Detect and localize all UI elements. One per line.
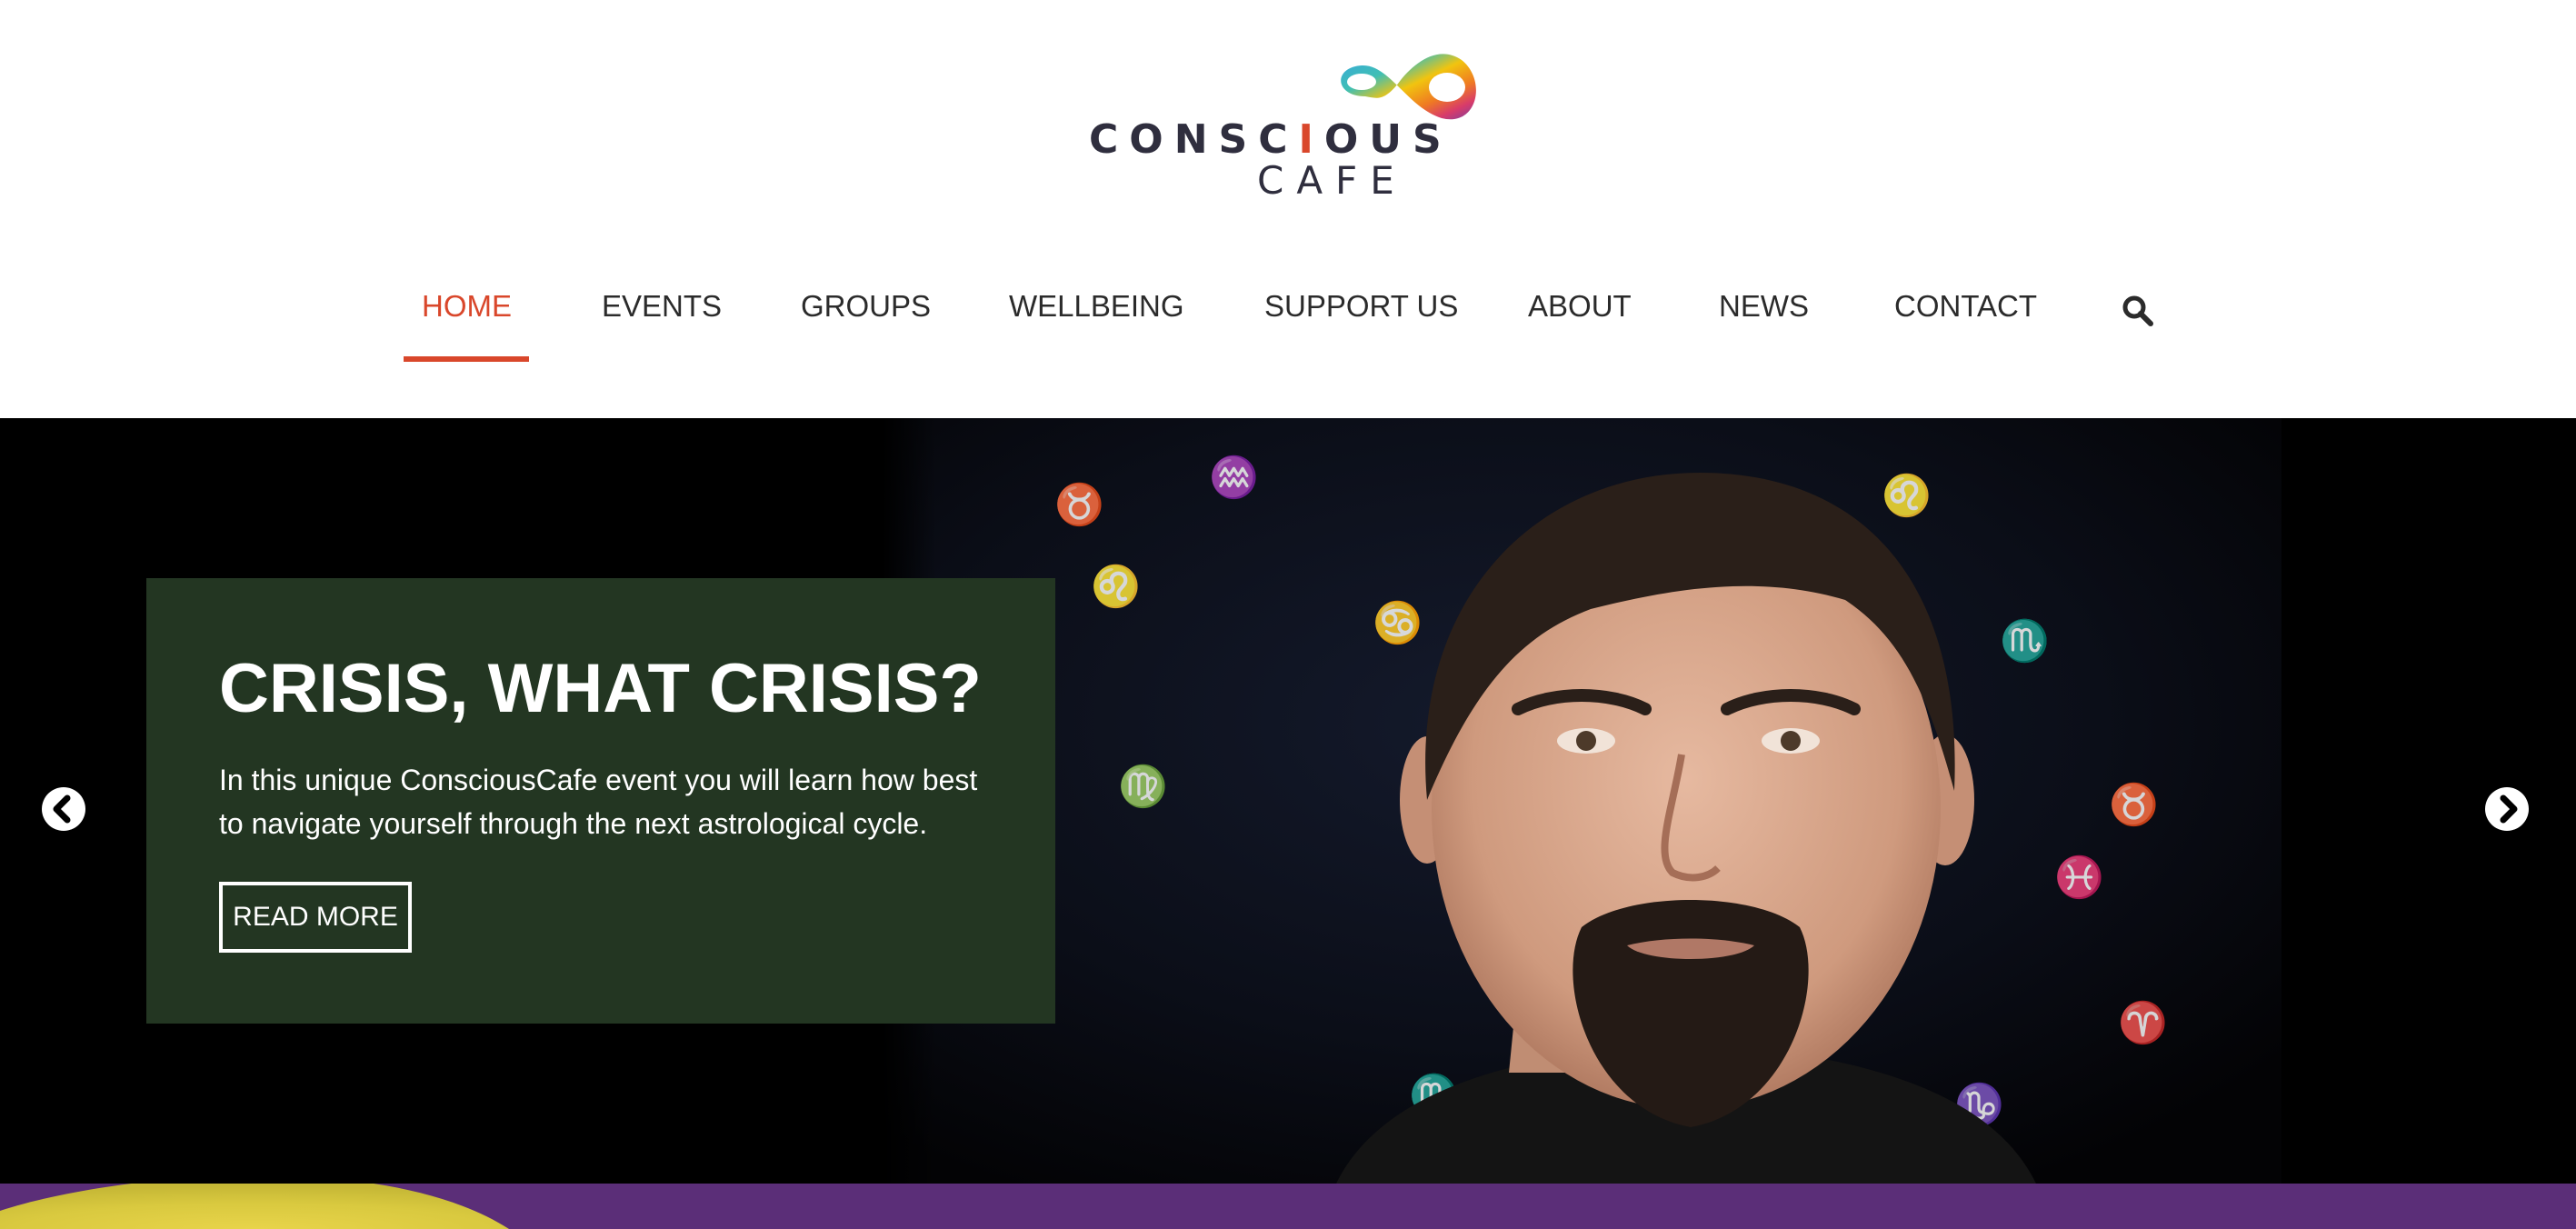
svg-text:♌: ♌ [1882,473,1932,519]
svg-text:♉: ♉ [2109,782,2159,828]
svg-text:♌: ♌ [1091,564,1141,610]
logo-wordmark: CONSCIOUS [1089,116,1453,163]
svg-text:♈: ♈ [2118,1000,2168,1046]
nav-item-about[interactable]: ABOUT [1528,289,1632,324]
nav-item-wellbeing[interactable]: WELLBEING [1009,289,1184,324]
search-icon [2122,295,2153,326]
svg-text:♏: ♏ [2000,618,2050,664]
nav-item-support-us[interactable]: SUPPORT US [1264,289,1458,324]
svg-text:♓: ♓ [2054,854,2104,901]
nav-item-home[interactable]: HOME [422,289,512,324]
nav-item-events[interactable]: EVENTS [602,289,722,324]
logo-subtext: CAFE [1257,158,1407,203]
slide-description: In this unique ConsciousCafe event you w… [219,764,978,840]
logo-accent-letter: I [1298,116,1324,163]
nav-item-contact[interactable]: CONTACT [1894,289,2037,324]
slide-title: CRISIS, WHAT CRISIS? [219,650,982,727]
main-nav: HOME EVENTS GROUPS WELLBEING SUPPORT US … [0,273,2576,364]
nav-item-news[interactable]: NEWS [1719,289,1809,324]
chevron-right-circle-icon [2486,788,2528,830]
chevron-left-circle-icon [43,788,85,830]
logo-word-text: CONSCIOUS [1089,116,1453,163]
nav-item-groups[interactable]: GROUPS [801,289,931,324]
section-divider-strip [0,1184,2576,1229]
slide-caption: CRISIS, WHAT CRISIS? In this unique Cons… [146,578,1055,1024]
read-more-button[interactable]: READ MORE [219,882,412,953]
slider-prev-button[interactable] [42,787,85,831]
svg-text:♒: ♒ [1209,455,1259,501]
site-header: CONSCIOUS CAFE HOME EVENTS GROUPS WELLBE… [0,0,2576,418]
svg-text:♍: ♍ [1118,764,1168,810]
decorative-gradient-blob [0,1184,509,1229]
hero-slider: ♉ ♌ ♏ ♒ ♋ ♌ ♏ ♉ ♓ ♊ ♈ ♑ ♍ ♏ [0,418,2576,1184]
svg-text:♋: ♋ [1373,600,1423,646]
slider-next-button[interactable] [2485,787,2529,831]
svg-text:♉: ♉ [1054,482,1104,528]
site-logo[interactable]: CONSCIOUS CAFE [1082,36,1500,209]
active-nav-underline [404,356,529,362]
slide-photo: ♉ ♌ ♏ ♒ ♋ ♌ ♏ ♉ ♓ ♊ ♈ ♑ ♍ ♏ [882,418,2281,1184]
search-button[interactable] [2120,293,2156,329]
